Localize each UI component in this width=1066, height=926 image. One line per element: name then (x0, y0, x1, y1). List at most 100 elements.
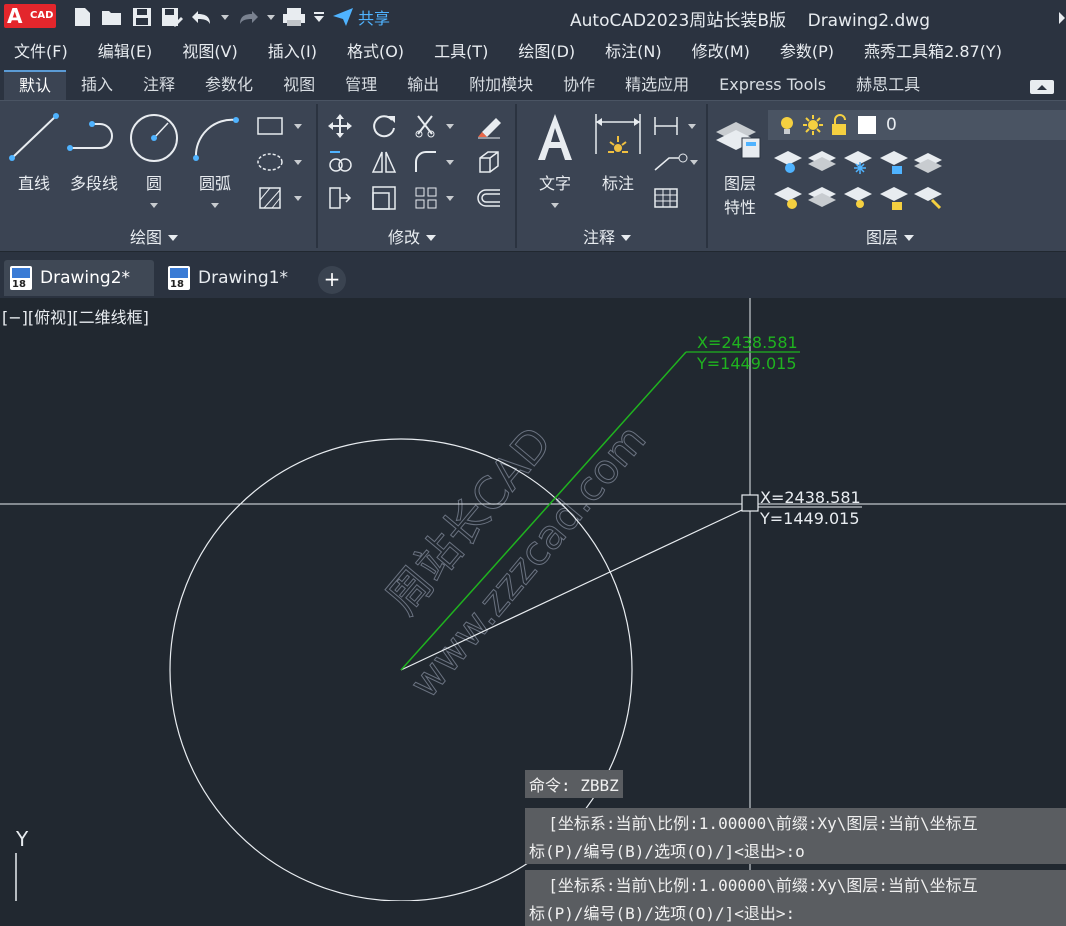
new-tab-button[interactable]: + (318, 266, 346, 294)
menu-parametric[interactable]: 参数(P) (766, 38, 850, 62)
modify-panel-label[interactable]: 修改 (388, 224, 437, 248)
chevron-up-icon (1037, 85, 1047, 90)
ribbon-minimize-button[interactable] (1030, 80, 1054, 94)
layer-merge-tool[interactable] (912, 184, 942, 216)
table-tool[interactable] (652, 186, 680, 214)
doc-tab-drawing1[interactable]: Drawing1* (162, 260, 302, 296)
tab-output[interactable]: 输出 (392, 70, 454, 100)
table-icon (654, 188, 678, 208)
viewport-controls[interactable]: [−][俯视][二维线框] (2, 304, 149, 328)
menu-draw[interactable]: 绘图(D) (504, 38, 591, 62)
layer-lock-tool[interactable] (878, 148, 908, 180)
rectangle-tool[interactable] (256, 114, 306, 142)
doc-tab-label: Drawing2* (40, 268, 131, 288)
text-tool[interactable]: 文字 (530, 110, 580, 215)
line-tool[interactable]: 直线 (6, 110, 62, 205)
erase-tool[interactable] (474, 112, 504, 144)
fillet-tool[interactable] (412, 148, 458, 180)
command-prompt-line: 标(P)/编号(B)/选项(O)/]<退出>:o (525, 836, 1066, 864)
annotation-panel-label[interactable]: 注释 (583, 224, 632, 248)
tab-view[interactable]: 视图 (268, 70, 330, 100)
menu-file[interactable]: 文件(F) (0, 38, 84, 62)
plot-icon[interactable] (282, 6, 306, 28)
tab-addins[interactable]: 附加模块 (454, 70, 548, 100)
layer-off-tool[interactable] (772, 148, 802, 180)
undo-icon[interactable] (190, 6, 214, 28)
app-logo[interactable]: A CAD (4, 4, 56, 28)
layer-unlock-tool[interactable] (878, 184, 908, 216)
trim-tool[interactable] (412, 112, 458, 144)
polyline-icon (67, 121, 113, 151)
arc-tool[interactable]: 圆弧 (186, 110, 244, 220)
tab-insert[interactable]: 插入 (66, 70, 128, 100)
mirror-tool[interactable] (370, 148, 398, 180)
linear-dim-tool[interactable] (652, 114, 698, 142)
move-tool[interactable] (326, 112, 354, 144)
menu-modify[interactable]: 修改(M) (678, 38, 766, 62)
tab-manage[interactable]: 管理 (330, 70, 392, 100)
open-folder-icon[interactable] (100, 6, 124, 28)
menu-edit[interactable]: 编辑(E) (84, 38, 169, 62)
arc-label: 圆弧 (198, 174, 231, 193)
ellipse-icon (257, 153, 302, 171)
polyline-label: 多段线 (69, 174, 118, 193)
layer-match-tool[interactable] (912, 148, 942, 180)
hatch-tool[interactable] (256, 186, 306, 214)
leader-tool[interactable] (652, 150, 698, 178)
window-title: AutoCAD2023周站长装B版 Drawing2.dwg (570, 11, 930, 31)
scale-tool[interactable] (370, 184, 398, 216)
3d-box-tool[interactable] (474, 148, 504, 180)
rotate-tool[interactable] (370, 112, 398, 144)
array-tool[interactable] (412, 184, 458, 216)
layer-properties-label-2: 特性 (723, 198, 756, 217)
tab-express-tools[interactable]: Express Tools (704, 70, 841, 100)
menu-yanxiu-tools[interactable]: 燕秀工具箱2.87(Y) (850, 38, 1018, 62)
menu-view[interactable]: 视图(V) (168, 38, 253, 62)
circle-label: 圆 (145, 174, 162, 193)
layer-properties-tool[interactable]: 图层 特性 (712, 110, 768, 217)
cursor-x-coord: X=2438.581 (760, 488, 861, 507)
copy-tool[interactable] (326, 148, 354, 180)
draw-panel-label[interactable]: 绘图 (130, 224, 179, 248)
layer-isolate-tool[interactable] (806, 148, 836, 180)
layer-dropdown[interactable]: 0 (768, 110, 1066, 140)
undo-dropdown-icon[interactable] (220, 6, 230, 28)
ellipse-tool[interactable] (256, 150, 306, 178)
share-button[interactable]: 共享 (332, 6, 390, 28)
customize-qat-icon[interactable] (312, 6, 326, 28)
doc-tab-drawing2[interactable]: Drawing2* (4, 260, 154, 296)
tab-collaborate[interactable]: 协作 (548, 70, 610, 100)
layer-freeze-tool[interactable] (842, 148, 872, 180)
tab-default[interactable]: 默认 (4, 70, 67, 100)
lightbulb-icon (781, 117, 793, 134)
dimension-tool[interactable]: 标注 (592, 110, 644, 200)
tab-hesi-tools[interactable]: 赫思工具 (841, 70, 935, 100)
offset-tool[interactable] (474, 184, 504, 216)
polyline-tool[interactable]: 多段线 (64, 110, 124, 205)
tab-annotate[interactable]: 注释 (128, 70, 190, 100)
chevron-down-icon (621, 235, 632, 241)
text-label: 文字 (538, 174, 571, 193)
modify-panel-title: 修改 (388, 228, 421, 247)
stretch-tool[interactable] (326, 184, 354, 216)
hatch-icon (259, 187, 302, 209)
save-icon[interactable] (130, 6, 154, 28)
layer-match-icon (914, 153, 942, 173)
save-as-icon[interactable] (160, 6, 184, 28)
tab-parametric[interactable]: 参数化 (190, 70, 268, 100)
layers-panel-label[interactable]: 图层 (866, 224, 915, 248)
tab-featured-apps[interactable]: 精选应用 (610, 70, 704, 100)
circle-tool[interactable]: 圆 (126, 110, 182, 220)
layer-thaw-tool[interactable] (842, 184, 872, 216)
redo-dropdown-icon[interactable] (266, 6, 276, 28)
redo-icon[interactable] (236, 6, 260, 28)
menu-format[interactable]: 格式(O) (333, 38, 420, 62)
menu-dimension[interactable]: 标注(N) (591, 38, 677, 62)
title-overflow-icon[interactable] (1058, 10, 1066, 29)
menu-tools[interactable]: 工具(T) (420, 38, 504, 62)
menu-insert[interactable]: 插入(I) (254, 38, 333, 62)
layer-on-tool[interactable] (772, 184, 802, 216)
layer-unisolate-tool[interactable] (806, 184, 836, 216)
command-prompt-line: 标(P)/编号(B)/选项(O)/]<退出>: (525, 898, 1066, 926)
new-file-icon[interactable] (70, 6, 94, 28)
